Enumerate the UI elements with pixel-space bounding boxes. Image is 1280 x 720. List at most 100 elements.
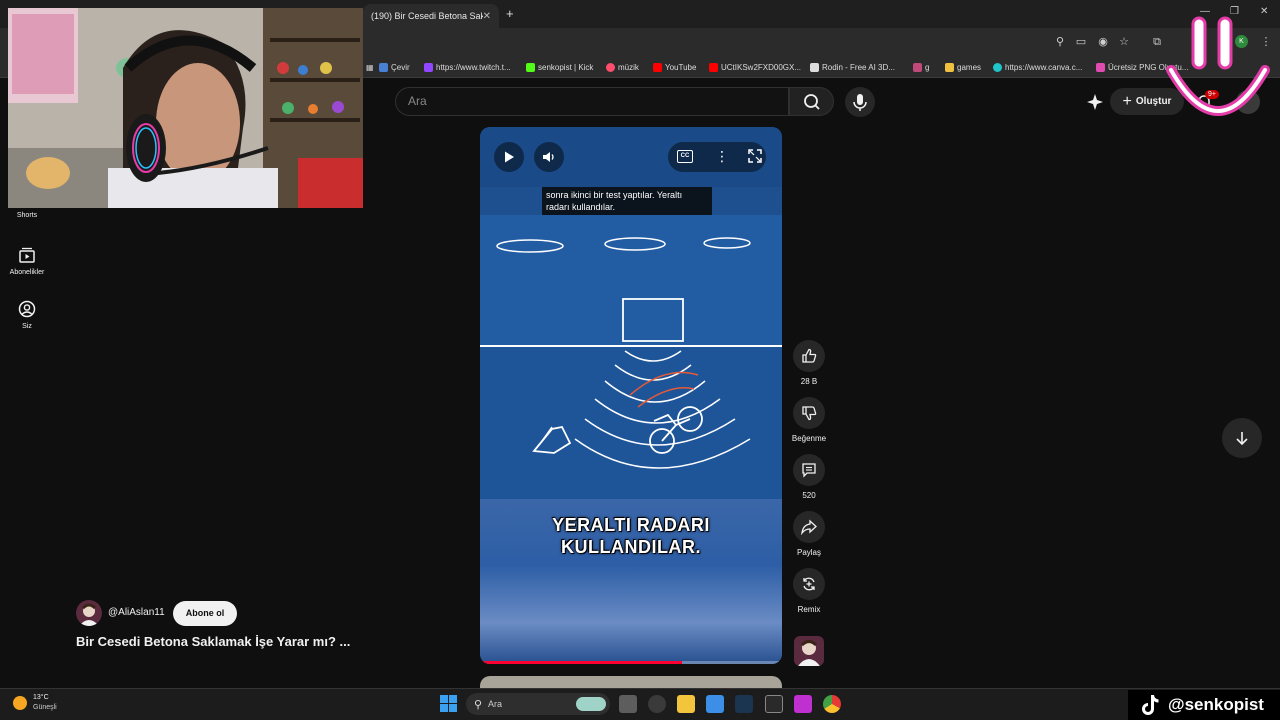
short-video-player[interactable]: CC ⋮ sonra ikinci bir test yaptılar. Yer… — [480, 127, 782, 664]
taskbar-search-icon: ⚲ — [474, 699, 483, 711]
subscribe-button[interactable]: Abone ol — [173, 601, 237, 626]
fullscreen-icon[interactable] — [748, 149, 762, 168]
like-button[interactable]: 28 B — [787, 340, 831, 386]
dislike-circle — [793, 397, 825, 429]
more-options-icon[interactable]: ⋮ — [715, 148, 729, 164]
taskbar — [0, 688, 1280, 720]
bookmark-item[interactable]: Çevir — [379, 59, 410, 75]
smiley-overlay-logo — [1166, 16, 1270, 116]
video-progress-fill — [480, 661, 683, 664]
bookmark-item[interactable]: senkopist | Kick — [526, 59, 593, 75]
subscriptions-icon — [19, 247, 35, 263]
browser-tab-active[interactable]: (190) Bir Cesedi Betona Saklam ✕ — [363, 4, 499, 28]
arrow-down-icon — [1236, 432, 1248, 446]
task-view-icon[interactable] — [619, 695, 637, 713]
bookmark-item[interactable]: https://www.twitch.t... — [424, 59, 511, 75]
bookmark-star-icon[interactable]: ☆ — [1117, 35, 1131, 49]
remix-button[interactable]: Remix — [787, 568, 831, 614]
sidebar-item-label: Abonelikler — [9, 269, 45, 276]
create-sparkle-icon[interactable] — [1086, 93, 1104, 116]
zoom-icon[interactable]: ⚲ — [1053, 35, 1067, 49]
captions-button[interactable]: CC — [677, 150, 693, 163]
kick-icon — [526, 62, 535, 72]
sidebar-item-label: Siz — [22, 323, 32, 330]
bookmark-item[interactable]: YouTube — [653, 59, 696, 75]
voice-search-button[interactable] — [845, 87, 875, 117]
extensions-icon[interactable]: ⧉ — [1150, 35, 1164, 49]
comments-button[interactable]: 520 — [787, 454, 831, 500]
sidebar-item-subscriptions[interactable]: Abonelikler — [0, 246, 54, 276]
youtube-icon — [709, 62, 718, 72]
rodin-icon — [810, 62, 819, 72]
hide-eye-icon[interactable]: ◉ — [1096, 35, 1110, 49]
search-input[interactable]: Ara — [395, 87, 789, 116]
dislike-button[interactable]: Beğenme — [787, 397, 831, 443]
play-icon — [505, 151, 514, 163]
remix-icon — [803, 577, 815, 591]
bookmark-item[interactable]: Rodin - Free AI 3D... — [810, 59, 895, 75]
thumbs-up-icon — [802, 348, 817, 363]
volume-button[interactable] — [534, 142, 564, 172]
channel-avatar-image — [79, 603, 99, 626]
youtube-icon — [653, 62, 662, 72]
taskbar-search-label: Ara — [488, 699, 503, 709]
bookmark-item[interactable]: UCtIKSw2FXD00GX... — [709, 59, 801, 75]
weather-sun-icon[interactable] — [13, 696, 27, 710]
cast-icon[interactable]: ▭ — [1074, 35, 1088, 49]
video-progress-bar[interactable] — [480, 661, 782, 664]
thumbs-down-icon — [802, 406, 817, 421]
video-caption: YERALTI RADARI KULLANDILAR. — [480, 514, 782, 558]
music-icon — [606, 62, 615, 72]
play-button[interactable] — [494, 142, 524, 172]
file-explorer-icon[interactable] — [677, 695, 695, 713]
radar-drawing — [480, 215, 782, 499]
steam-icon[interactable] — [735, 695, 753, 713]
volume-icon — [543, 152, 554, 162]
share-button[interactable]: Paylaş — [787, 511, 831, 557]
weather-temperature[interactable]: 13°C — [33, 694, 49, 701]
twitch-app-icon[interactable] — [794, 695, 812, 713]
caption-line: YERALTI RADARI — [552, 515, 710, 535]
video-frame-illustration — [480, 215, 782, 499]
epic-games-icon[interactable] — [765, 695, 783, 713]
sidebar-item-shorts[interactable]: Shorts — [0, 212, 54, 219]
plus-icon: + — [1122, 92, 1132, 110]
video-subtitle: sonra ikinci bir test yaptılar. Yeraltı … — [542, 187, 712, 215]
sound-thumbnail[interactable] — [794, 636, 824, 666]
tab-close-icon[interactable]: ✕ — [483, 11, 491, 22]
remix-label: Remix — [797, 605, 821, 614]
tiktok-watermark: @senkopist — [1128, 690, 1280, 720]
share-circle — [793, 511, 825, 543]
webcam-feed-image — [8, 8, 363, 208]
apps-icon[interactable]: ▦ — [366, 59, 374, 75]
like-count: 28 B — [800, 377, 818, 386]
new-tab-icon[interactable]: + — [506, 6, 514, 21]
next-video-button[interactable] — [1222, 418, 1262, 458]
twitch-icon — [424, 62, 433, 72]
sound-avatar-image — [798, 640, 820, 666]
channel-handle[interactable]: @AliAslan11 — [108, 607, 165, 618]
sidebar-item-label: Shorts — [16, 212, 38, 219]
bookmark-favicon — [913, 62, 922, 72]
obs-icon[interactable] — [648, 695, 666, 713]
search-button[interactable] — [789, 87, 834, 116]
comment-icon — [802, 463, 816, 478]
sidebar-item-you[interactable]: Siz — [0, 300, 54, 330]
chrome-icon[interactable] — [823, 695, 841, 713]
bookmark-item[interactable]: müzik — [606, 59, 639, 75]
video-title[interactable]: Bir Cesedi Betona Saklamak İşe Yarar mı?… — [76, 634, 350, 649]
search-icon — [804, 94, 820, 110]
bookmark-item[interactable]: games — [945, 59, 981, 75]
webcam-overlay — [8, 8, 363, 208]
weather-description[interactable]: Güneşli — [33, 704, 57, 711]
windows-start-icon[interactable] — [440, 695, 457, 717]
store-icon[interactable] — [706, 695, 724, 713]
share-icon — [801, 519, 817, 535]
comment-count: 520 — [802, 491, 816, 500]
channel-avatar[interactable] — [76, 600, 102, 626]
bookmark-item[interactable]: g — [913, 59, 929, 75]
watermark-handle: @senkopist — [1168, 695, 1264, 714]
canva-icon — [993, 62, 1002, 72]
bookmark-item[interactable]: https://www.canva.c... — [993, 59, 1082, 75]
remix-circle — [793, 568, 825, 600]
